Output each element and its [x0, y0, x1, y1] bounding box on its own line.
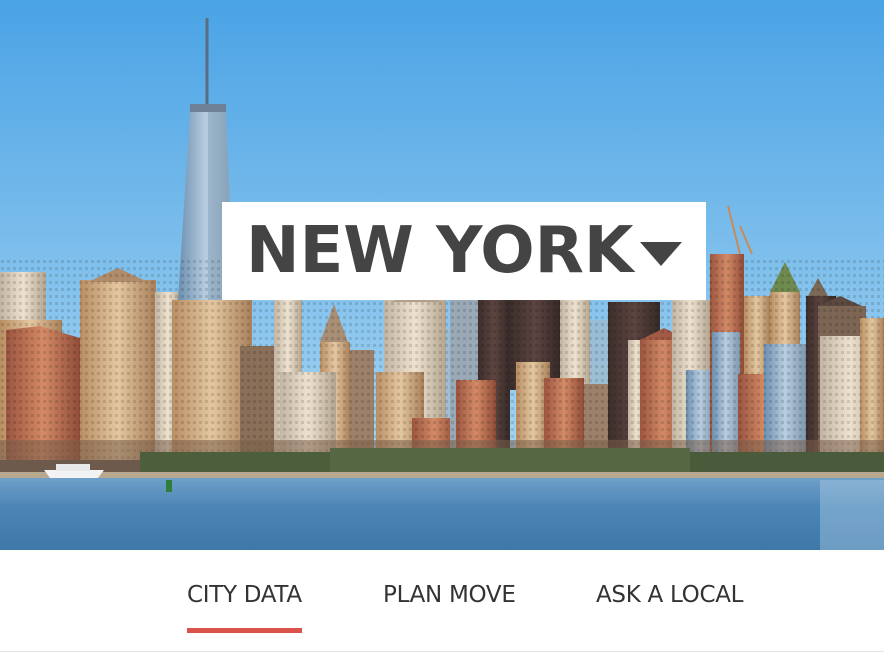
tab-city-data[interactable]: CITY DATA — [187, 582, 302, 633]
tab-ask-a-local[interactable]: ASK A LOCAL — [596, 582, 743, 608]
hero-banner: NEW YORK — [0, 0, 884, 550]
city-nav-tabs: CITY DATA PLAN MOVE ASK A LOCAL — [0, 550, 884, 652]
caret-down-icon[interactable] — [639, 242, 682, 266]
city-name-title: NEW YORK — [246, 214, 634, 288]
city-selector-dropdown[interactable]: NEW YORK — [222, 202, 706, 300]
tab-plan-move[interactable]: PLAN MOVE — [383, 582, 516, 608]
